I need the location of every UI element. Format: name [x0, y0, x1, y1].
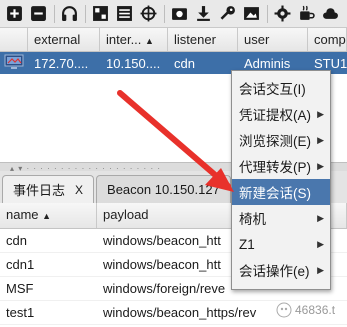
cell-name: MSF [6, 281, 34, 296]
submenu-arrow-icon: ▶ [317, 160, 324, 171]
cell-name: cdn [6, 233, 27, 248]
menu-item-label: 浏览探测(E) [239, 134, 311, 149]
list-icon[interactable] [113, 3, 135, 25]
column-header-name[interactable]: name ▲ [0, 203, 97, 228]
cell-external: 172.70.... [34, 55, 89, 71]
cell-user: Adminis [244, 55, 291, 71]
sort-ascending-icon: ▲ [42, 211, 52, 221]
menu-item-label: 凭证提权(A) [239, 108, 311, 123]
cell-computer: STU1 [314, 55, 347, 71]
menu-item-label: 会话交互(I) [239, 82, 306, 97]
tab-close-button[interactable]: X [75, 183, 83, 197]
cell-name: test1 [6, 305, 35, 320]
column-header-user[interactable]: user [238, 28, 308, 51]
submenu-arrow-icon: ▶ [317, 238, 324, 249]
image-icon[interactable] [168, 3, 190, 25]
toolbar-separator [267, 4, 268, 23]
toolbar-separator [54, 4, 55, 23]
column-header-name-label: name [6, 207, 39, 222]
toolbar [0, 0, 347, 28]
menu-item-pivoting[interactable]: 代理转发(P) ▶ [232, 153, 330, 179]
column-header-computer[interactable]: comp [308, 28, 347, 51]
menu-item-label: 会话操作(e) [239, 264, 310, 279]
watermark: 46836.t [276, 302, 335, 318]
menu-item-explore[interactable]: 浏览探测(E) ▶ [232, 127, 330, 153]
submenu-arrow-icon: ▶ [317, 212, 324, 223]
crosshair-icon[interactable] [137, 3, 159, 25]
download-icon[interactable] [192, 3, 214, 25]
menu-item-label: 椅机 [239, 212, 266, 227]
column-header-icon[interactable] [0, 28, 28, 51]
context-menu: 会话交互(I) 凭证提权(A) ▶ 浏览探测(E) ▶ 代理转发(P) ▶ 新建… [231, 70, 331, 290]
menu-item-chair[interactable]: 椅机 ▶ [232, 205, 330, 231]
menu-item-z1[interactable]: Z1 ▶ [232, 231, 330, 257]
cloud-icon[interactable] [319, 3, 341, 25]
menu-item-label: 代理转发(P) [239, 160, 311, 175]
windows-monitor-icon [0, 54, 28, 73]
tab-beacon-label: Beacon 10.150.127 [107, 182, 220, 197]
menu-item-access[interactable]: 凭证提权(A) ▶ [232, 101, 330, 127]
cell-name: cdn1 [6, 257, 35, 272]
toolbar-separator [85, 4, 86, 23]
submenu-arrow-icon: ▶ [317, 264, 324, 275]
menu-item-spawn[interactable]: 新建会话(S) [232, 179, 330, 205]
menu-item-interact[interactable]: 会话交互(I) [232, 75, 330, 101]
column-header-external[interactable]: external [28, 28, 100, 51]
tab-event-log-label: 事件日志 [13, 183, 66, 198]
plus-icon[interactable] [3, 3, 25, 25]
watermark-logo-icon [276, 302, 292, 318]
column-header-internal[interactable]: inter... ▲ [100, 28, 168, 51]
minus-icon[interactable] [27, 3, 49, 25]
menu-item-label: 新建会话(S) [239, 186, 311, 201]
watermark-text: 46836.t [295, 303, 336, 317]
menu-item-session[interactable]: 会话操作(e) ▶ [232, 257, 330, 283]
submenu-arrow-icon: ▶ [317, 134, 324, 145]
grid-icon[interactable] [89, 3, 111, 25]
cell-listener: cdn [174, 55, 195, 71]
column-header-internal-label: inter... [106, 32, 142, 47]
headset-icon[interactable] [58, 3, 80, 25]
key-icon[interactable] [216, 3, 238, 25]
menu-item-label: Z1 [239, 236, 255, 252]
cell-internal: 10.150.... [106, 55, 161, 71]
coffee-icon[interactable] [295, 3, 317, 25]
tab-event-log[interactable]: 事件日志 X [2, 175, 95, 203]
sort-ascending-icon: ▲ [145, 36, 154, 46]
sessions-table-header: external inter... ▲ listener user comp [0, 28, 347, 52]
tab-beacon[interactable]: Beacon 10.150.127 [96, 175, 231, 203]
toolbar-separator [164, 4, 165, 23]
gear-icon[interactable] [271, 3, 293, 25]
picture-icon[interactable] [240, 3, 262, 25]
column-header-listener[interactable]: listener [168, 28, 238, 51]
submenu-arrow-icon: ▶ [317, 108, 324, 119]
